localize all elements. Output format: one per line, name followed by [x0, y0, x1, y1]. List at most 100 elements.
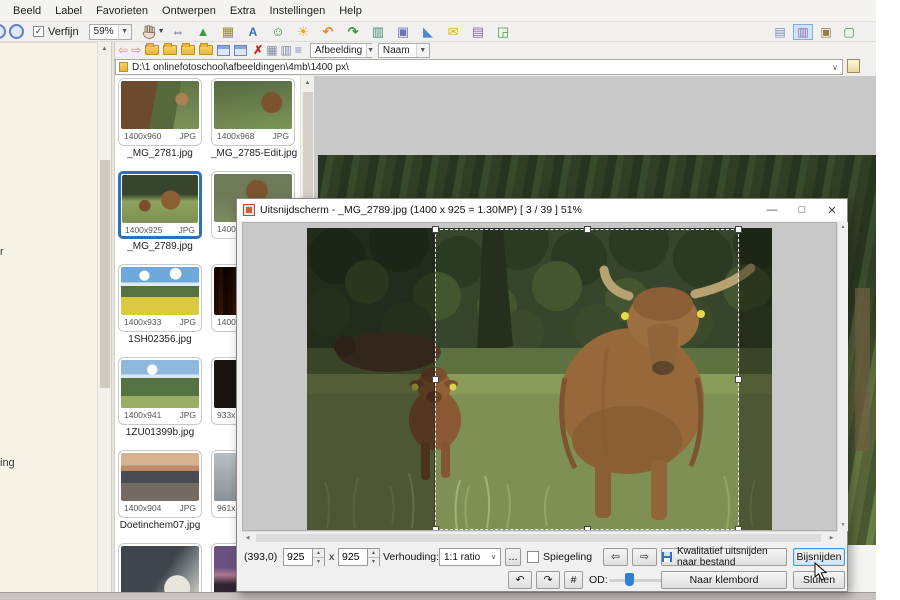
width-down-icon[interactable]: ▼: [313, 558, 324, 566]
levels-icon[interactable]: ▥: [367, 23, 390, 41]
delete-icon[interactable]: ✗: [253, 43, 263, 57]
crop-width-value[interactable]: 925: [283, 548, 313, 566]
slider-thumb[interactable]: [625, 573, 634, 586]
hscroll-thumb[interactable]: [256, 534, 821, 542]
height-down-icon[interactable]: ▼: [368, 558, 379, 566]
file-filter-chevron[interactable]: ▼: [366, 44, 374, 57]
folder-up-icon[interactable]: [145, 45, 159, 55]
ratio-select[interactable]: 1:1 ratio ∨: [439, 548, 501, 566]
adjust-colors-icon[interactable]: ☀: [292, 23, 315, 41]
crop-handle-e[interactable]: [735, 376, 742, 383]
rotate-right-icon[interactable]: ↷: [342, 23, 365, 41]
thumbnail-item-selected[interactable]: 1400x925JPG _MG_2789.jpg: [118, 171, 202, 252]
viewport-hscrollbar[interactable]: ◀ ▶: [242, 531, 837, 543]
image-edit-icon[interactable]: ▦: [217, 23, 240, 41]
width-up-icon[interactable]: ▲: [313, 549, 324, 558]
thumbnail-image[interactable]: [121, 81, 199, 129]
dialog-title-bar[interactable]: Uitsnijdscherm - _MG_2789.jpg (1400 x 92…: [237, 199, 847, 221]
thumb-scroll-up-icon[interactable]: ▲: [301, 76, 314, 89]
menu-label[interactable]: Label: [48, 2, 89, 20]
scroll-up-icon[interactable]: ▲: [838, 222, 848, 233]
minimize-button[interactable]: —: [757, 199, 787, 221]
slider-track[interactable]: [609, 579, 665, 582]
grid-overlay-button[interactable]: #: [564, 571, 583, 589]
sort-select[interactable]: Naam ▼: [378, 43, 430, 58]
print-icon[interactable]: ▤: [467, 23, 490, 41]
height-up-icon[interactable]: ▲: [368, 549, 379, 558]
photo-canvas[interactable]: [307, 228, 772, 531]
thumbnail-image[interactable]: [121, 546, 199, 592]
close-button[interactable]: ✕: [817, 199, 847, 221]
view-thumbnails-icon[interactable]: ▥: [793, 24, 813, 40]
zoom-level-select[interactable]: 59% ▼: [89, 24, 132, 40]
crop-handle-nw[interactable]: [432, 226, 439, 233]
batch-rename-icon[interactable]: A: [242, 23, 265, 41]
mirror-checkbox[interactable]: [527, 551, 539, 563]
email-icon[interactable]: ✉: [442, 23, 465, 41]
view-fullscreen-icon[interactable]: ▢: [839, 24, 859, 40]
crop-width-stepper[interactable]: 925 ▲▼: [283, 548, 325, 566]
red-eye-icon[interactable]: ☺: [267, 23, 290, 41]
ratio-more-button[interactable]: ...: [505, 548, 521, 566]
tree-scroll-thumb[interactable]: [100, 160, 110, 388]
menu-ontwerpen[interactable]: Ontwerpen: [155, 2, 223, 20]
menu-beeld[interactable]: Beeld: [6, 2, 48, 20]
viewport-vscrollbar[interactable]: ▲ ▼: [837, 222, 848, 531]
scroll-down-icon[interactable]: ▼: [838, 520, 848, 531]
address-path[interactable]: D:\1 onlinefotoschool\afbeeldingen\4mb\1…: [132, 62, 828, 73]
thumbnail-image[interactable]: [122, 175, 198, 223]
crop-handle-w[interactable]: [432, 376, 439, 383]
dual-monitor-icon[interactable]: ▣: [392, 23, 415, 41]
forward-icon[interactable]: ⇨: [131, 43, 141, 57]
image-upload-icon[interactable]: ▲: [192, 23, 215, 41]
crop-handle-ne[interactable]: [735, 226, 742, 233]
export-icon[interactable]: ◲: [492, 23, 515, 41]
menu-help[interactable]: Help: [332, 2, 369, 20]
crop-handle-n[interactable]: [584, 226, 591, 233]
opacity-slider[interactable]: [609, 571, 665, 589]
tree-item-fragment[interactable]: ing: [0, 457, 15, 469]
menu-extra[interactable]: Extra: [223, 2, 263, 20]
tree-scroll-up-icon[interactable]: ▲: [98, 42, 111, 55]
crop-height-value[interactable]: 925: [338, 548, 368, 566]
crop-viewport[interactable]: [242, 222, 837, 531]
thumbnail-image[interactable]: [121, 360, 199, 408]
zoom-actual-icon[interactable]: [9, 24, 24, 39]
sort-chevron[interactable]: ▼: [416, 44, 429, 57]
scroll-left-icon[interactable]: ◀: [242, 532, 253, 544]
crop-height-stepper[interactable]: 925 ▲▼: [338, 548, 380, 566]
calendar-view-icon[interactable]: ▦: [266, 43, 277, 57]
folder-open-icon[interactable]: [181, 45, 195, 55]
rotate-left-button[interactable]: ↶: [508, 571, 532, 589]
folder-favorites-icon[interactable]: [199, 45, 213, 55]
pan-tool-button[interactable]: ▼: [142, 25, 165, 39]
thumbnail-image[interactable]: [121, 453, 199, 501]
clipboard-button[interactable]: Naar klembord: [661, 571, 787, 589]
copy-to-icon[interactable]: [217, 45, 230, 56]
thumbnail-item[interactable]: 1400x960JPG _MG_2781.jpg: [118, 78, 202, 159]
thumbnail-image[interactable]: [121, 267, 199, 315]
thumbnail-item[interactable]: [118, 543, 202, 592]
tree-scrollbar[interactable]: ▲: [97, 42, 111, 592]
rotate-left-icon[interactable]: ↶: [317, 23, 340, 41]
next-image-button[interactable]: ⇨: [632, 548, 657, 566]
pan-tool-chevron[interactable]: ▼: [158, 28, 165, 35]
scroll-right-icon[interactable]: ▶: [826, 532, 837, 544]
rotate-right-button[interactable]: ↷: [536, 571, 560, 589]
maximize-button[interactable]: □: [787, 199, 817, 221]
thumbnail-item[interactable]: 1400x968JPG _MG_2785-Edit.jpg: [211, 78, 295, 159]
tree-item-fragment[interactable]: r: [0, 246, 4, 258]
view-preview-icon[interactable]: ▣: [816, 24, 836, 40]
scan-icon[interactable]: ◣: [417, 23, 440, 41]
thumbnail-item[interactable]: 1400x933JPG 1SH02356.jpg: [118, 264, 202, 345]
address-chevron[interactable]: ∨: [828, 63, 842, 72]
file-filter-select[interactable]: Afbeelding ▼: [310, 43, 372, 58]
list-view-icon[interactable]: ≡: [295, 43, 302, 57]
previous-image-button[interactable]: ⇦: [603, 548, 628, 566]
zoom-level-chevron[interactable]: ▼: [118, 25, 131, 39]
thumbnail-item[interactable]: 1400x941JPG 1ZU01399b.jpg: [118, 357, 202, 438]
zoom-out-icon[interactable]: [0, 24, 6, 39]
folder-refresh-icon[interactable]: [163, 45, 177, 55]
menu-instellingen[interactable]: Instellingen: [263, 2, 333, 20]
thumbnail-item[interactable]: 1400x904JPG Doetinchem07.jpg: [118, 450, 202, 531]
